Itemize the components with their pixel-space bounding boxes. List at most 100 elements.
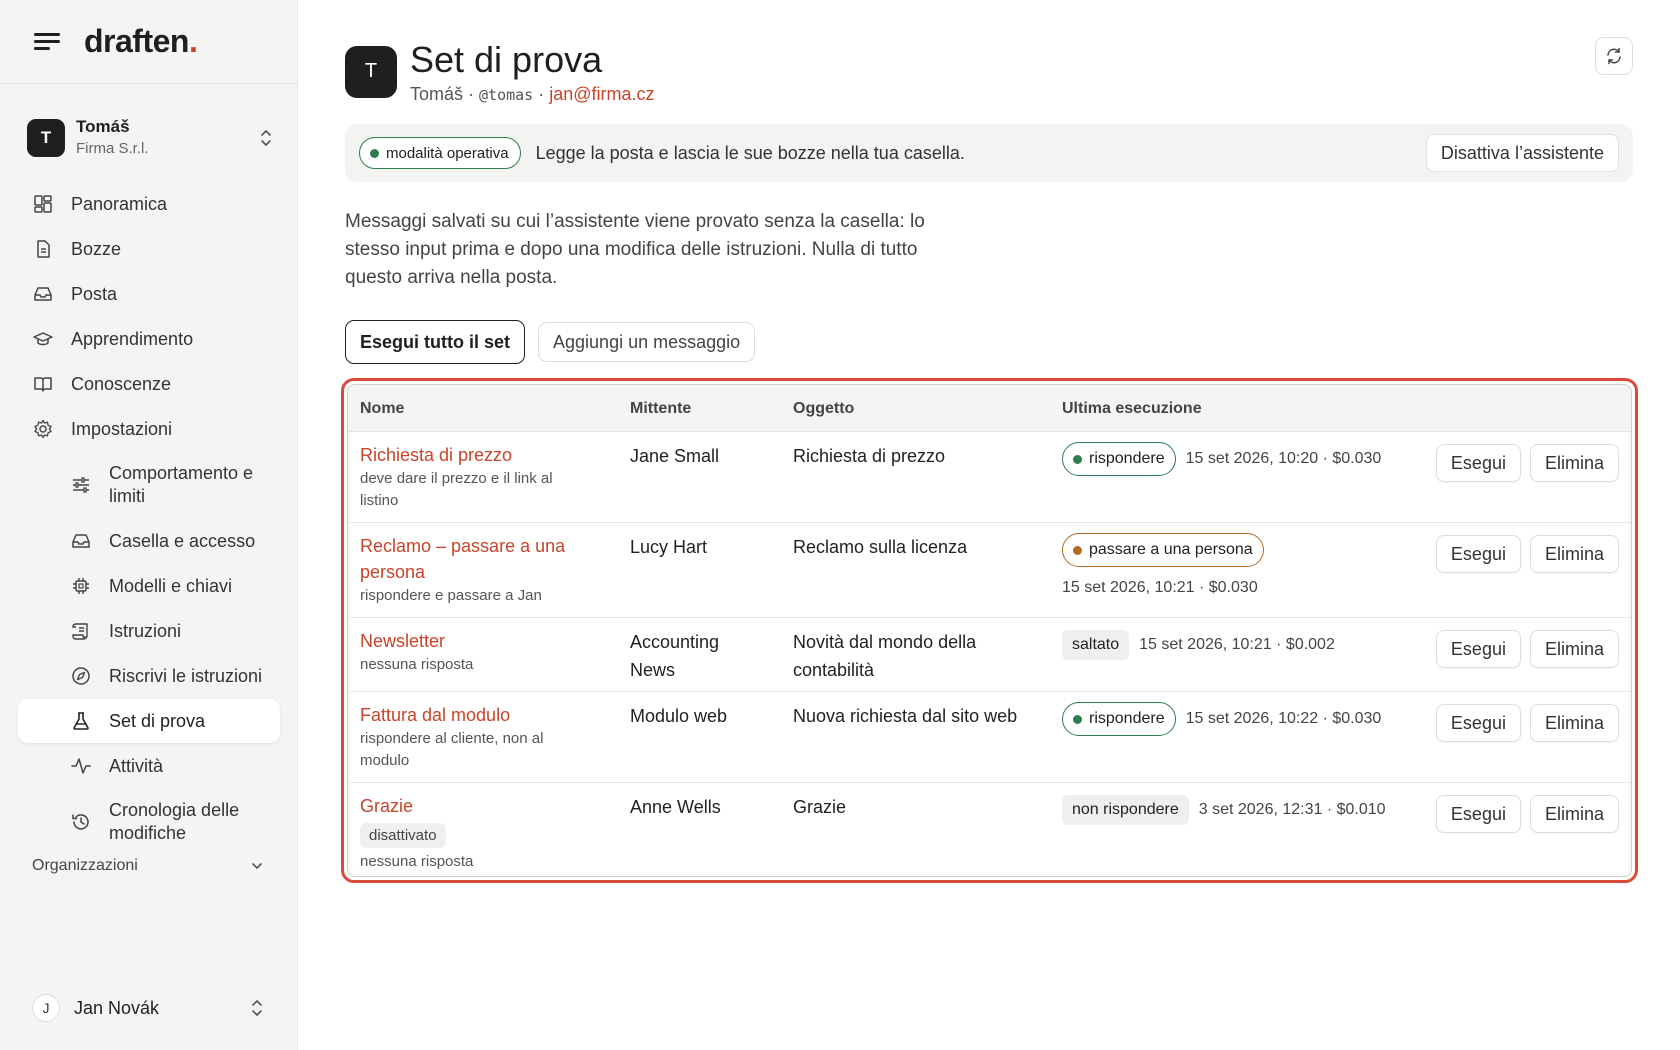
column-header-sender: Mittente (630, 400, 692, 417)
refresh-icon (1607, 47, 1621, 65)
owner-handle: @tomas (479, 86, 534, 104)
mode-badge: modalità operativa (359, 137, 521, 169)
column-header-subject: Oggetto (793, 400, 855, 417)
row-note: nessuna risposta (360, 656, 474, 673)
sidebar-item-attivita[interactable]: Attività (18, 744, 280, 788)
sidebar-item-label: Apprendimento (71, 328, 194, 349)
row-name-link[interactable]: Reclamo – passare a una persona (360, 533, 590, 585)
sidebar-item-label: Comportamento e limiti (109, 463, 254, 506)
status-dot (1073, 454, 1082, 464)
row-subject: Richiesta di prezzo (793, 446, 946, 466)
status-dot (370, 148, 379, 158)
chevron-down-icon (252, 863, 262, 869)
row-note: nessuna risposta (360, 853, 474, 870)
document-icon (32, 238, 54, 260)
row-subject: Novità dal mondo della contabilità (793, 632, 977, 680)
status-dot (1073, 545, 1082, 555)
row-subject: Reclamo sulla licenza (793, 537, 968, 557)
sidebar-item-label: Cronologia delle modifiche (109, 800, 240, 843)
delete-row-button[interactable]: Elimina (1529, 630, 1619, 668)
delete-row-button[interactable]: Elimina (1529, 704, 1619, 742)
delete-row-button[interactable]: Elimina (1529, 444, 1619, 482)
run-meta: 15 set 2026, 10:20 · $0.030 (1185, 450, 1382, 467)
run-row-button[interactable]: Esegui (1435, 795, 1521, 833)
sidebar-item-riscrivi[interactable]: Riscrivi le istruzioni (18, 654, 280, 698)
page-description: Messaggi salvati su cui l’assistente vie… (345, 211, 925, 288)
organizations-toggle[interactable]: Organizzazioni (32, 857, 268, 875)
row-sender: Lucy Hart (630, 537, 708, 557)
delete-row-button[interactable]: Elimina (1529, 795, 1619, 833)
mode-banner: modalità operativa Legge la posta e lasc… (345, 124, 1633, 182)
row-note: rispondere al cliente, non al modulo (360, 730, 544, 769)
account-name: Tomáš (76, 117, 130, 136)
sidebar-item-conoscenze[interactable]: Conoscenze (18, 362, 280, 406)
row-last-run: rispondere 15 set 2026, 10:20 · $0.030 (1062, 442, 1402, 476)
row-note: rispondere e passare a Jan (360, 587, 542, 604)
row-sender: Modulo web (630, 706, 728, 726)
sidebar-item-bozze[interactable]: Bozze (18, 227, 280, 271)
row-name-link[interactable]: Newsletter (360, 628, 590, 654)
page-subtitle: Tomáš · @tomas · jan@firma.cz (410, 84, 655, 105)
highlighted-table-frame: Nome Mittente Oggetto Ultima esecuzione … (341, 378, 1638, 883)
sidebar-item-posta[interactable]: Posta (18, 272, 280, 316)
flask-icon (70, 710, 92, 732)
separator: · (533, 84, 550, 104)
sidebar-item-panoramica[interactable]: Panoramica (18, 182, 280, 226)
menu-icon[interactable] (34, 32, 60, 52)
status-label: passare a una persona (1089, 541, 1253, 558)
add-message-button[interactable]: Aggiungi un messaggio (538, 322, 756, 362)
row-name-link[interactable]: Richiesta di prezzo (360, 442, 590, 468)
status-label: rispondere (1089, 710, 1165, 727)
run-row-button[interactable]: Esegui (1435, 704, 1521, 742)
deactivate-assistant-button[interactable]: Disattiva l’assistente (1425, 134, 1619, 172)
run-all-button[interactable]: Esegui tutto il set (345, 320, 526, 364)
disabled-badge: disattivato (360, 823, 446, 848)
run-row-button[interactable]: Esegui (1435, 630, 1521, 668)
run-meta: 15 set 2026, 10:22 · $0.030 (1185, 710, 1382, 727)
sidebar: draften. T Tomáš Firma S.r.l. Panoramica… (0, 0, 298, 1050)
sidebar-item-comportamento[interactable]: Comportamento e limiti (18, 452, 280, 518)
row-name-link[interactable]: Fattura dal modulo (360, 702, 590, 728)
separator: · (463, 84, 480, 104)
table-row: Richiesta di prezzo deve dare il prezzo … (348, 432, 1631, 523)
activity-icon (70, 755, 92, 777)
account-switcher[interactable]: T Tomáš Firma S.r.l. (27, 117, 273, 159)
graduation-cap-icon (32, 328, 54, 350)
account-org: Firma S.r.l. (76, 140, 149, 157)
book-icon (32, 373, 54, 395)
sidebar-item-label: Panoramica (71, 193, 168, 214)
logo[interactable]: draften. (84, 23, 198, 60)
chip-icon (70, 575, 92, 597)
row-subject: Nuova richiesta dal sito web (793, 706, 1018, 726)
sidebar-item-label: Posta (71, 283, 118, 304)
user-menu[interactable]: J Jan Novák (32, 992, 268, 1024)
row-last-run: passare a una persona 15 set 2026, 10:21… (1062, 533, 1402, 605)
sidebar-item-set-di-prova[interactable]: Set di prova (18, 699, 280, 743)
row-last-run: rispondere 15 set 2026, 10:22 · $0.030 (1062, 702, 1402, 736)
delete-row-button[interactable]: Elimina (1529, 535, 1619, 573)
table-row: Reclamo – passare a una persona risponde… (348, 523, 1631, 618)
scroll-icon (70, 620, 92, 642)
sidebar-item-cronologia[interactable]: Cronologia delle modifiche (18, 789, 280, 855)
row-last-run: saltato 15 set 2026, 10:21 · $0.002 (1062, 628, 1402, 662)
refresh-button[interactable] (1595, 37, 1633, 75)
sidebar-item-impostazioni[interactable]: Impostazioni (18, 407, 280, 451)
run-row-button[interactable]: Esegui (1435, 535, 1521, 573)
sidebar-item-istruzioni[interactable]: Istruzioni (18, 609, 280, 653)
table-row: Fattura dal modulo rispondere al cliente… (348, 692, 1631, 783)
sidebar-nav: Panoramica Bozze Posta Apprendimento Con… (18, 182, 280, 856)
status-badge: passare a una persona (1062, 533, 1264, 567)
main-content: T Set di prova Tomáš · @tomas · jan@firm… (341, 0, 1638, 1050)
sidebar-item-modelli[interactable]: Modelli e chiavi (18, 564, 280, 608)
table-header: Nome Mittente Oggetto Ultima esecuzione (348, 385, 1631, 432)
owner-email-link[interactable]: jan@firma.cz (549, 84, 654, 104)
sidebar-item-label: Attività (109, 755, 164, 776)
row-name-link[interactable]: Grazie (360, 793, 590, 819)
sidebar-item-label: Set di prova (109, 710, 206, 731)
run-row-button[interactable]: Esegui (1435, 444, 1521, 482)
sidebar-item-apprendimento[interactable]: Apprendimento (18, 317, 280, 361)
test-set-table: Nome Mittente Oggetto Ultima esecuzione … (347, 384, 1632, 877)
sidebar-item-casella[interactable]: Casella e accesso (18, 519, 280, 563)
row-sender: Jane Small (630, 446, 720, 466)
row-sender: Accounting News (630, 632, 720, 680)
